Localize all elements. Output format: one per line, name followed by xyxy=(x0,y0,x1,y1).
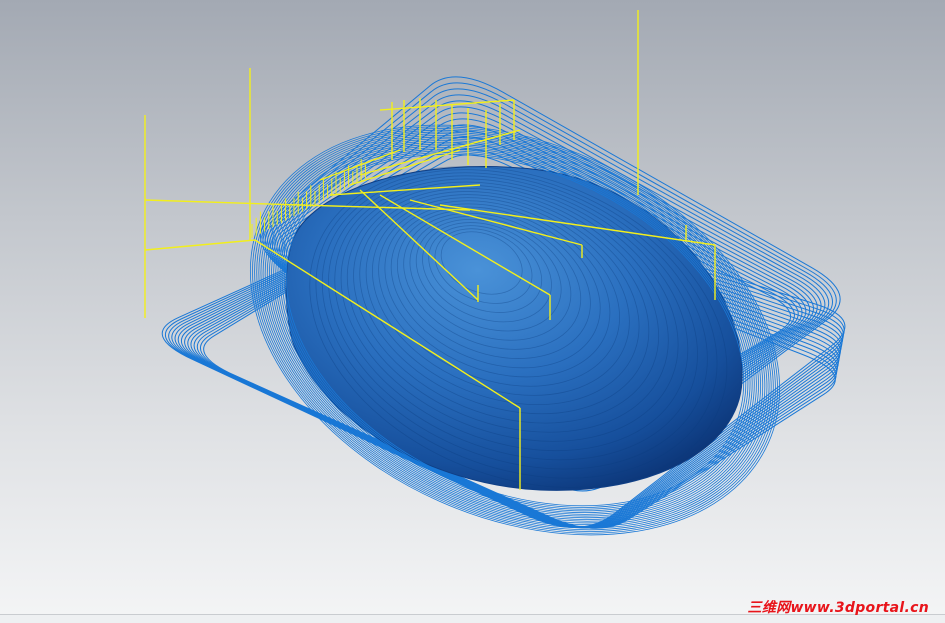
3d-viewport[interactable] xyxy=(0,0,945,623)
viewport-canvas[interactable] xyxy=(0,0,945,623)
watermark-text: 三维网www.3dportal.cn xyxy=(747,600,929,616)
